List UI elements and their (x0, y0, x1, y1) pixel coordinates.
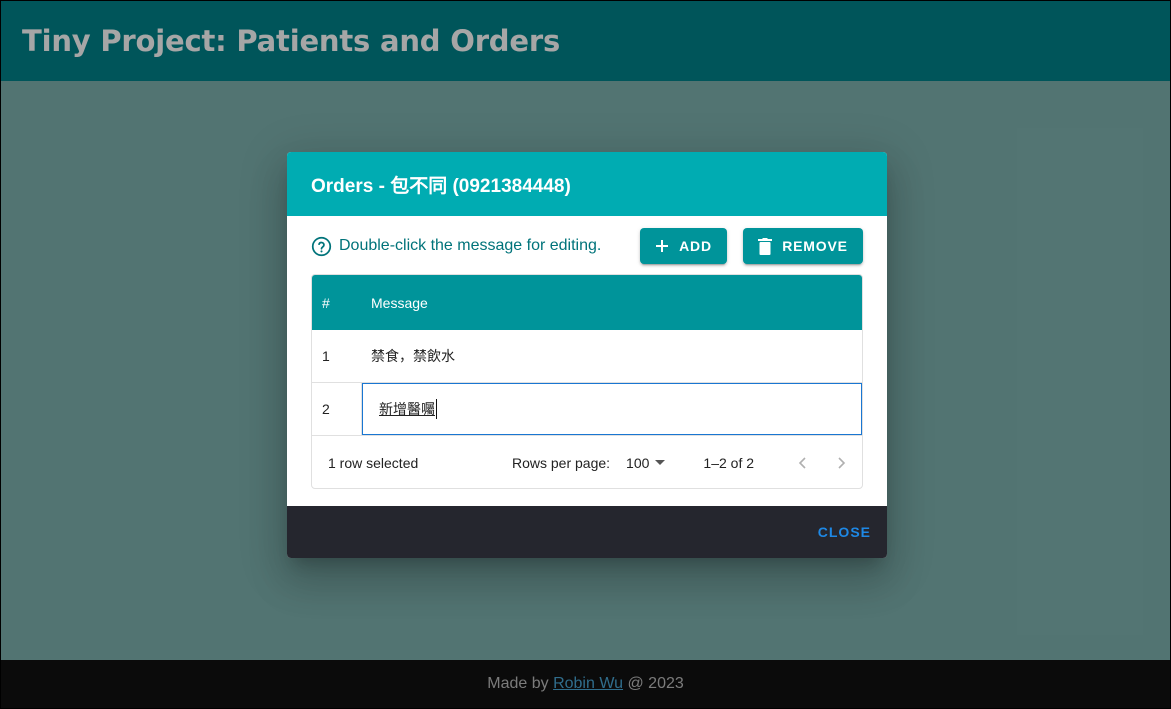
message-cell[interactable]: 禁食，禁飲水 (362, 330, 862, 382)
column-header-number[interactable]: # (312, 295, 362, 311)
chevron-right-icon (838, 456, 846, 469)
table-row[interactable]: 2 新增醫囑 (312, 383, 862, 436)
dropdown-arrow-icon (655, 460, 666, 465)
grid-header: # Message (312, 275, 862, 330)
close-button[interactable]: CLOSE (818, 518, 871, 546)
column-header-message[interactable]: Message (362, 295, 862, 311)
row-number-cell: 2 (312, 383, 362, 435)
hint-text: Double-click the message for editing. (339, 237, 602, 254)
rows-per-page-value: 100 (626, 454, 650, 471)
dialog-actions: CLOSE (287, 506, 887, 558)
rows-per-page-select[interactable]: 100 (626, 454, 666, 471)
selected-count: 1 row selected (328, 454, 419, 471)
help-circle-icon (311, 236, 332, 256)
plus-icon (656, 240, 669, 252)
orders-dialog: Orders - 包不同 (0921384448) Double-click t… (287, 152, 887, 558)
orders-grid: # Message 1 禁食，禁飲水 2 新增醫囑 1 row selected… (311, 274, 863, 489)
grid-footer: 1 row selected Rows per page: 100 1–2 of… (312, 436, 862, 488)
remove-button[interactable]: REMOVE (743, 228, 863, 264)
row-number-cell: 1 (322, 348, 330, 364)
app-window: Tiny Project: Patients and Orders Made b… (1, 1, 1170, 708)
chevron-left-icon (798, 456, 806, 469)
pagination-range: 1–2 of 2 (703, 454, 755, 471)
dialog-toolbar: Double-click the message for editing. AD… (311, 228, 863, 264)
previous-page-button[interactable] (782, 443, 822, 483)
add-button-label: ADD (679, 238, 712, 254)
trash-icon (758, 237, 773, 255)
rows-per-page-label: Rows per page: (511, 454, 611, 471)
dialog-title: Orders - 包不同 (0921384448) (287, 152, 887, 216)
add-button[interactable]: ADD (640, 228, 727, 264)
edit-hint: Double-click the message for editing. (311, 236, 640, 257)
remove-button-label: REMOVE (782, 238, 848, 254)
message-edit-value: 新增醫囑 (379, 399, 437, 419)
table-row[interactable]: 1 禁食，禁飲水 (312, 330, 862, 383)
next-page-button[interactable] (822, 443, 862, 483)
message-edit-input[interactable]: 新增醫囑 (362, 383, 862, 435)
